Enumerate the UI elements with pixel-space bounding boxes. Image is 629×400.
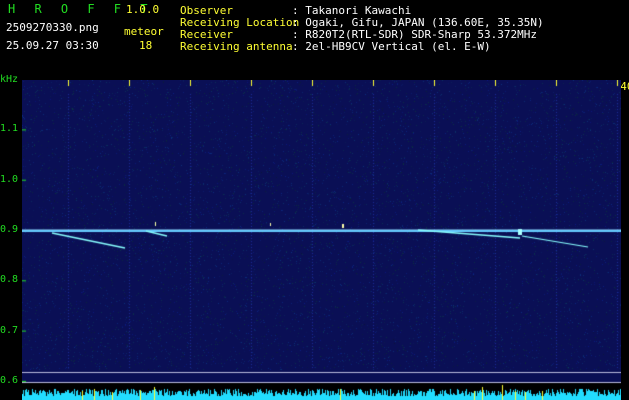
- y-tick-label: 0.6: [0, 374, 19, 386]
- antenna-label: Receiving antenna: [180, 40, 293, 53]
- app-version: 1.0.0: [126, 3, 160, 16]
- meteor-count: 18: [139, 39, 153, 52]
- y-tick-label: 0.8: [0, 274, 19, 286]
- y-tick-label: 1.0: [0, 173, 19, 185]
- filename: 2509270330.png: [6, 21, 99, 34]
- meteor-label: meteor: [124, 25, 164, 38]
- spectrogram: [22, 80, 621, 400]
- y-tick-label: 0.9: [0, 224, 19, 235]
- datetime: 25.09.27 03:30: [6, 39, 99, 52]
- y-unit-label: kHz: [0, 74, 19, 85]
- y-tick-label: 1.1: [0, 123, 19, 135]
- antenna-value: : 2el-HB9CV Vertical (el. E-W): [292, 40, 491, 53]
- y-tick-label: 0.7: [0, 324, 19, 336]
